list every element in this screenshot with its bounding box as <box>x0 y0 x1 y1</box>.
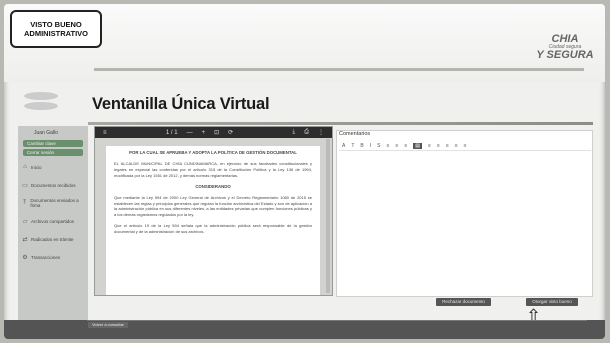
text-color-button[interactable]: T <box>351 143 354 149</box>
clear-format-button[interactable]: ≡ <box>464 143 467 149</box>
header-divider <box>94 68 584 71</box>
sidebar-item-label: Documentos enviados a firma <box>30 198 79 208</box>
stamp-line-2: ADMINISTRATIVO <box>23 29 89 38</box>
sidebar: Juan Gallo Cambiar clave Cerrar sesión ⌂… <box>18 126 88 336</box>
sidebar-item-home[interactable]: ⌂ Inicio <box>22 158 84 176</box>
viewer-scrollbar[interactable] <box>326 139 330 293</box>
municipal-seal-logo <box>24 92 58 110</box>
comments-textarea[interactable] <box>339 153 588 293</box>
reject-document-button[interactable]: Rechazar documento <box>436 298 491 306</box>
sidebar-item-sent-to-sign[interactable]: ⤒ Documentos enviados a firma <box>22 194 84 212</box>
rotate-icon[interactable]: ⟳ <box>228 129 233 136</box>
page-indicator: 1 / 1 <box>165 129 178 136</box>
align-center-button[interactable]: ≡ <box>428 143 431 149</box>
pdf-toolbar: ≡ 1 / 1 — + ⊡ ⟳ ⤓ ⎙ ⋮ <box>95 127 332 138</box>
align-left-button[interactable]: ▤ <box>413 142 422 149</box>
brand-logo: CHIA Ciudad segura Y SEGURA <box>535 34 595 74</box>
doc-heading: POR LA CUAL SE APRUEBA Y ADOPTA LA POLÍT… <box>129 150 297 155</box>
sync-icon: ⇄ <box>22 236 28 243</box>
document-icon: ▭ <box>22 182 28 189</box>
doc-paragraph: Que mediante la Ley 594 de 2000 Ley Gene… <box>114 194 312 218</box>
strike-button[interactable]: S <box>377 143 380 149</box>
download-icon[interactable]: ⤓ <box>293 129 296 136</box>
sidebar-item-transactions[interactable]: ⚙ Transacciones <box>22 248 84 266</box>
menu-icon[interactable]: ≡ <box>103 130 107 136</box>
sidebar-item-label: Radicados en trámite <box>31 236 74 242</box>
brand-logo-bottom: Y SEGURA <box>536 49 594 61</box>
document-page: POR LA CUAL SE APRUEBA Y ADOPTA LA POLÍT… <box>106 146 320 295</box>
italic-button[interactable]: I <box>370 143 371 149</box>
sidebar-item-label: Documentos recibidos <box>31 182 76 188</box>
change-password-button[interactable]: Cambiar clave <box>23 140 83 147</box>
doc-section-title: CONSIDERANDO <box>195 183 231 189</box>
title-divider <box>88 122 593 125</box>
approval-stamp: VISTO BUENO ADMINISTRATIVO <box>10 10 102 48</box>
upload-icon: ⤒ <box>23 199 27 206</box>
sidebar-item-label: Transacciones <box>31 254 61 260</box>
logout-button[interactable]: Cerrar sesión <box>23 149 83 156</box>
print-icon[interactable]: ⎙ <box>304 129 309 136</box>
ordered-list-button[interactable]: ≡ <box>386 143 389 149</box>
doc-paragraph: EL ALCALDE MUNICIPAL DE CHÍA CUNDINAMARC… <box>114 161 312 178</box>
sidebar-item-shared[interactable]: ▱ Archivos compartidos <box>22 212 84 230</box>
back-to-search-button[interactable]: Volver a consultar <box>88 322 128 328</box>
sidebar-item-label: Archivos compartidos <box>31 218 75 224</box>
stamp-line-1: VISTO BUENO <box>30 20 82 29</box>
align-right-button[interactable]: ≡ <box>437 143 440 149</box>
zoom-in-icon[interactable]: + <box>202 130 206 136</box>
pdf-viewer: ≡ 1 / 1 — + ⊡ ⟳ ⤓ ⎙ ⋮ POR LA CUAL SE APR… <box>94 126 333 296</box>
bullet-list-button[interactable]: ≡ <box>395 143 398 149</box>
sidebar-item-in-process[interactable]: ⇄ Radicados en trámite <box>22 230 84 248</box>
action-bar: Rechazar documento Otorgar visto bueno <box>336 296 591 310</box>
bold-button[interactable]: B <box>360 143 363 149</box>
indent-button[interactable]: ≡ <box>455 143 458 149</box>
outdent-button[interactable]: ≡ <box>404 143 407 149</box>
home-icon: ⌂ <box>23 164 27 170</box>
comments-label: Comentarios <box>339 131 371 137</box>
comments-editor: Comentarios A T B I S ≡ ≡ ≡ ▤ ≡ ≡ ≡ ≡ ≡ <box>336 130 593 297</box>
zoom-out-icon[interactable]: — <box>187 130 193 136</box>
screen-frame: CHIA Ciudad segura Y SEGURA Ventanilla Ú… <box>4 4 605 339</box>
page-title: Ventanilla Única Virtual <box>92 95 270 113</box>
footer-divider <box>87 320 587 321</box>
approve-button[interactable]: Otorgar visto bueno <box>526 298 578 306</box>
folder-icon: ▱ <box>22 218 28 225</box>
font-size-button[interactable]: A <box>342 143 345 149</box>
sidebar-user-name: Juan Gallo <box>34 130 58 136</box>
editor-toolbar: A T B I S ≡ ≡ ≡ ▤ ≡ ≡ ≡ ≡ ≡ <box>339 141 591 151</box>
more-options-icon[interactable]: ⋮ <box>318 129 324 136</box>
doc-paragraph: Que el artículo 19 de la Ley 594 señala … <box>114 223 312 234</box>
settings-icon: ⚙ <box>22 254 28 261</box>
sidebar-item-label: Inicio <box>31 164 42 170</box>
sidebar-item-received[interactable]: ▭ Documentos recibidos <box>22 176 84 194</box>
justify-button[interactable]: ≡ <box>446 143 449 149</box>
fit-page-icon[interactable]: ⊡ <box>214 129 219 136</box>
